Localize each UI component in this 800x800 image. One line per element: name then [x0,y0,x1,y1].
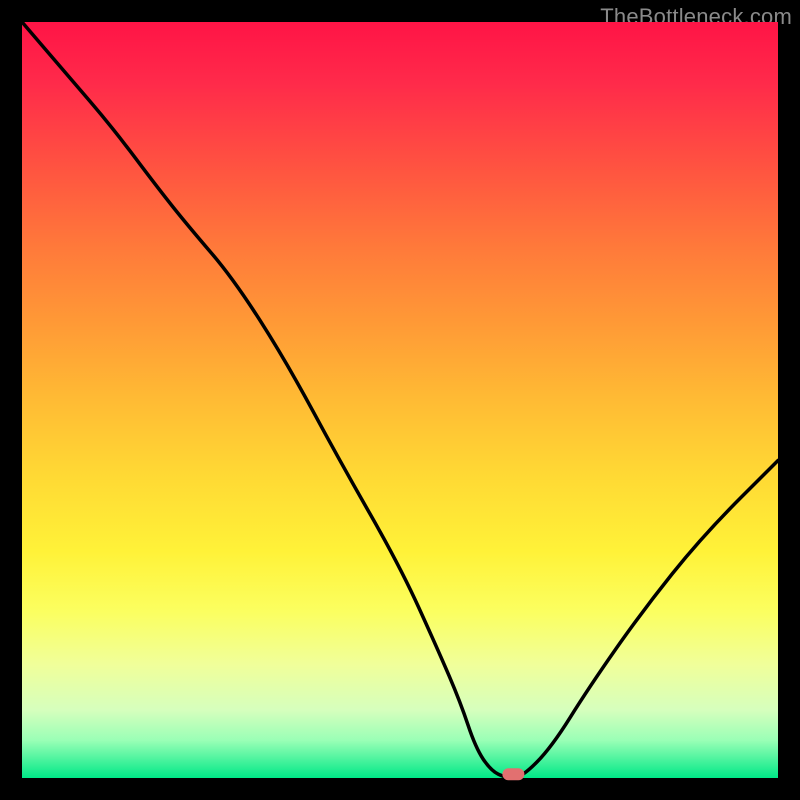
chart-svg [22,22,778,778]
optimum-marker [502,768,524,780]
chart-container: TheBottleneck.com [0,0,800,800]
bottleneck-curve [22,22,778,778]
